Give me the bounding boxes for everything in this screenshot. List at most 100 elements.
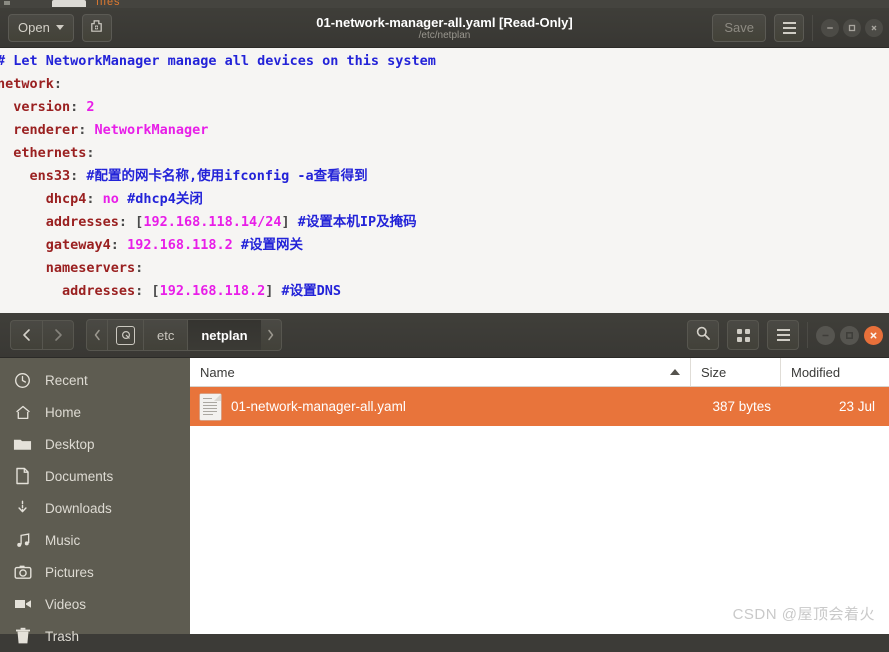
sidebar-item-desktop[interactable]: Desktop <box>0 428 190 460</box>
column-header-size[interactable]: Size <box>691 358 781 386</box>
watermark: CSDN @屋顶会着火 <box>732 606 875 623</box>
sidebar-item-videos[interactable]: Videos <box>0 588 190 620</box>
code-token: #设置DNS <box>281 283 342 299</box>
hamburger-menu-icon <box>782 21 796 34</box>
code-token: ] <box>265 283 282 299</box>
editor-titlebar: Open 01-network-manager-all.yaml [Read-O… <box>0 8 889 48</box>
maximize-button[interactable] <box>843 18 861 37</box>
file-list: Name Size Modified 01-network-manager-al… <box>190 358 889 634</box>
code-token: addresses <box>0 283 136 299</box>
breadcrumb-device-root[interactable] <box>107 320 143 350</box>
file-name-cell: 01-network-manager-all.yaml <box>190 393 691 420</box>
sidebar-item-downloads[interactable]: Downloads <box>0 492 190 524</box>
code-token: : <box>53 76 63 92</box>
sidebar-item-label: Trash <box>45 628 80 644</box>
code-line: version: 2 <box>0 96 889 119</box>
view-toggle-button[interactable] <box>727 320 759 350</box>
page-title: 01-network-manager-all.yaml [Read-Only] <box>316 14 573 30</box>
file-manager-menu-button[interactable] <box>767 320 799 350</box>
sidebar-item-documents[interactable]: Documents <box>0 460 190 492</box>
column-header-name[interactable]: Name <box>190 358 691 386</box>
editor-text-area[interactable]: # Let NetworkManager manage all devices … <box>0 48 889 313</box>
file-manager-window-controls <box>807 322 883 348</box>
code-token: network <box>0 76 54 92</box>
open-button-label: Open <box>18 20 50 35</box>
close-button[interactable] <box>865 18 883 37</box>
search-button[interactable] <box>687 320 719 350</box>
editor-window-controls <box>812 14 883 41</box>
code-token: : <box>110 237 128 253</box>
chevron-right-icon <box>51 328 65 342</box>
column-header-modified[interactable]: Modified <box>781 358 889 386</box>
code-token: 192.168.118.14/24 <box>143 214 282 230</box>
text-file-icon <box>200 393 221 420</box>
open-button[interactable]: Open <box>8 13 74 42</box>
file-manager-window: etc netplan Recent Home Desktop Document… <box>0 313 889 644</box>
code-token: ens33 <box>0 168 71 184</box>
code-token: #设置本机IP及掩码 <box>297 214 417 230</box>
code-line: dhcp4: no #dhcp4关闭 <box>0 188 889 211</box>
code-token: nameservers <box>0 260 136 276</box>
editor-menu-button[interactable] <box>774 13 804 42</box>
sidebar-item-recent[interactable]: Recent <box>0 364 190 396</box>
music-note-icon <box>0 532 45 549</box>
table-row[interactable]: 01-network-manager-all.yaml 387 bytes 23… <box>190 387 889 426</box>
forward-button[interactable] <box>42 320 74 350</box>
code-line: renderer: NetworkManager <box>0 119 889 142</box>
sort-ascending-icon <box>670 369 680 375</box>
hamburger-menu-icon <box>776 329 790 341</box>
code-token: NetworkManager <box>94 122 209 138</box>
breadcrumb-scroll-left[interactable] <box>87 320 107 350</box>
sidebar-item-label: Desktop <box>45 436 95 452</box>
minimize-button[interactable] <box>816 325 835 345</box>
navigation-buttons <box>10 320 74 350</box>
code-token: dhcp4 <box>0 191 87 207</box>
minimize-button[interactable] <box>821 18 839 37</box>
sidebar-item-pictures[interactable]: Pictures <box>0 556 190 588</box>
code-token: 192.168.118.2 <box>127 237 241 253</box>
code-token: renderer <box>0 122 79 138</box>
save-document-icon <box>89 19 104 37</box>
clock-icon <box>0 372 45 389</box>
sidebar-item-trash[interactable]: Trash <box>0 620 190 652</box>
close-button[interactable] <box>864 325 883 345</box>
code-line: network: <box>0 73 889 96</box>
breadcrumb-etc[interactable]: etc <box>143 320 188 350</box>
yaml-source-code: # Let NetworkManager manage all devices … <box>0 48 889 303</box>
grid-view-icon <box>736 328 750 342</box>
file-modified-cell: 23 Jul <box>838 399 875 414</box>
disk-icon <box>116 325 135 345</box>
code-token: : <box>70 99 87 115</box>
sidebar-item-label: Documents <box>45 468 114 484</box>
background-window-tab <box>52 0 86 7</box>
code-token: ethernets <box>0 145 87 161</box>
column-header-name-label: Name <box>200 364 235 380</box>
video-camera-icon <box>0 597 45 611</box>
sidebar-item-home[interactable]: Home <box>0 396 190 428</box>
code-token: # Let NetworkManager manage all devices … <box>0 53 436 69</box>
breadcrumb-netplan[interactable]: netplan <box>187 320 261 350</box>
maximize-button[interactable] <box>840 325 859 345</box>
code-token: addresses <box>0 214 119 230</box>
sidebar-item-music[interactable]: Music <box>0 524 190 556</box>
code-token: #配置的网卡名称,使用ifconfig -a查看得到 <box>86 168 368 184</box>
code-token: : <box>86 145 95 161</box>
sidebar-item-label: Downloads <box>45 500 112 516</box>
breadcrumb-scroll-right[interactable] <box>261 320 281 350</box>
code-token: : <box>135 260 144 276</box>
camera-icon <box>0 564 45 580</box>
code-token: : [ <box>118 214 144 230</box>
chevron-left-icon <box>20 328 34 342</box>
code-token: : <box>70 168 87 184</box>
text-editor-window: Open 01-network-manager-all.yaml [Read-O… <box>0 8 889 313</box>
back-button[interactable] <box>10 320 42 350</box>
new-document-button[interactable] <box>81 13 112 42</box>
code-token: #设置网关 <box>240 237 303 253</box>
file-size-cell: 387 bytes <box>712 399 771 414</box>
code-line: nameservers: <box>0 257 889 280</box>
sidebar-item-label: Pictures <box>45 564 94 580</box>
sidebar-item-label: Music <box>45 532 81 548</box>
code-token: 192.168.118.2 <box>159 283 266 299</box>
code-token: : [ <box>135 283 160 299</box>
save-button[interactable]: Save <box>712 13 766 42</box>
